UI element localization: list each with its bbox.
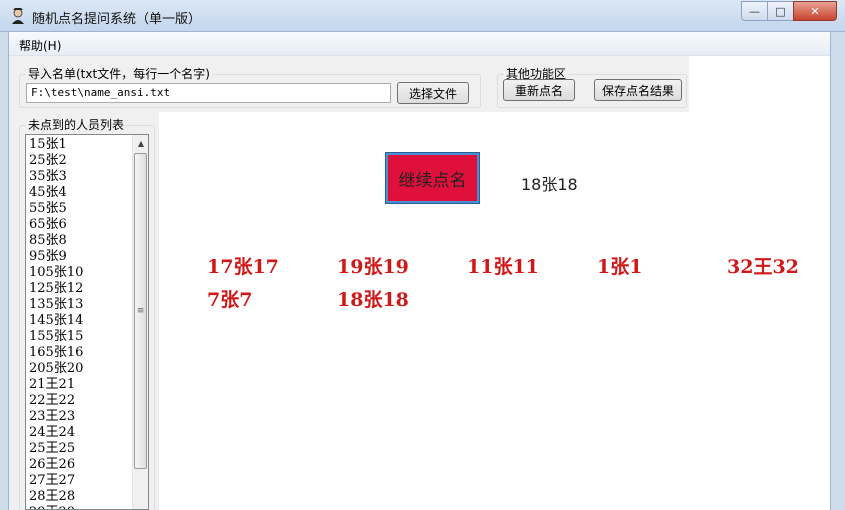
file-path-field[interactable]: F:\test\name_ansi.txt	[26, 83, 391, 103]
save-results-button[interactable]: 保存点名结果	[594, 79, 682, 101]
list-item[interactable]: 24王24	[29, 425, 129, 441]
list-item[interactable]: 27王27	[29, 473, 129, 489]
list-item[interactable]: 205张20	[29, 361, 129, 377]
list-item[interactable]: 155张15	[29, 329, 129, 345]
import-group-label: 导入名单(txt文件，每行一个名字)	[26, 67, 212, 81]
list-item[interactable]: 29王29	[29, 505, 129, 509]
list-item[interactable]: 145张14	[29, 313, 129, 329]
list-item[interactable]: 26王26	[29, 457, 129, 473]
list-item[interactable]: 28王28	[29, 489, 129, 505]
list-item[interactable]: 45张4	[29, 185, 129, 201]
scroll-up-icon[interactable]: ▲	[133, 135, 148, 151]
picked-name: 1张1	[597, 256, 643, 278]
window-title: 随机点名提问系统（单一版）	[32, 12, 202, 27]
app-icon	[12, 8, 24, 24]
unpicked-group-label: 未点到的人员列表	[26, 118, 127, 132]
picked-name: 19张19	[337, 256, 409, 278]
list-item[interactable]: 15张1	[29, 137, 129, 153]
list-item[interactable]: 25张2	[29, 153, 129, 169]
continue-pick-button[interactable]: 继续点名	[385, 152, 480, 204]
picked-name: 11张11	[467, 256, 539, 278]
list-item[interactable]: 165张16	[29, 345, 129, 361]
scroll-thumb[interactable]: ≡	[134, 153, 147, 469]
list-item[interactable]: 25王25	[29, 441, 129, 457]
list-item[interactable]: 85张8	[29, 233, 129, 249]
choose-file-button[interactable]: 选择文件	[397, 82, 469, 104]
list-item[interactable]: 55张5	[29, 201, 129, 217]
list-item[interactable]: 135张13	[29, 297, 129, 313]
list-item[interactable]: 105张10	[29, 265, 129, 281]
title-bar: 随机点名提问系统（单一版） — □ ✕	[0, 0, 845, 32]
list-item[interactable]: 95张9	[29, 249, 129, 265]
current-picked-name: 18张18	[521, 175, 578, 194]
restart-button[interactable]: 重新点名	[503, 79, 575, 101]
list-item[interactable]: 65张6	[29, 217, 129, 233]
list-item[interactable]: 125张12	[29, 281, 129, 297]
maximize-button[interactable]: □	[767, 1, 793, 21]
unpicked-list: 15张1 25张2 35张3 45张4 55张5 65张6 85张8 95张9 105张10 12…	[29, 137, 129, 509]
list-item[interactable]: 23王23	[29, 409, 129, 425]
list-item[interactable]: 21王21	[29, 377, 129, 393]
close-button[interactable]: ✕	[793, 1, 837, 21]
list-item[interactable]: 35张3	[29, 169, 129, 185]
picked-name: 17张17	[207, 256, 279, 278]
picked-name: 18张18	[337, 289, 409, 311]
menu-help[interactable]: 帮助(H)	[19, 37, 61, 54]
list-scrollbar[interactable]: ▲ ≡	[132, 135, 148, 509]
list-item[interactable]: 22王22	[29, 393, 129, 409]
window-client: 帮助(H) 导入名单(txt文件，每行一个名字) F:\test\name_an…	[8, 32, 831, 510]
picked-name: 7张7	[207, 289, 253, 311]
menu-bar: 帮助(H)	[9, 32, 830, 56]
unpicked-listbox[interactable]: 15张1 25张2 35张3 45张4 55张5 65张6 85张8 95张9 105张10 12…	[25, 134, 149, 510]
minimize-button[interactable]: —	[741, 1, 767, 21]
picked-name: 32王32	[727, 256, 799, 278]
